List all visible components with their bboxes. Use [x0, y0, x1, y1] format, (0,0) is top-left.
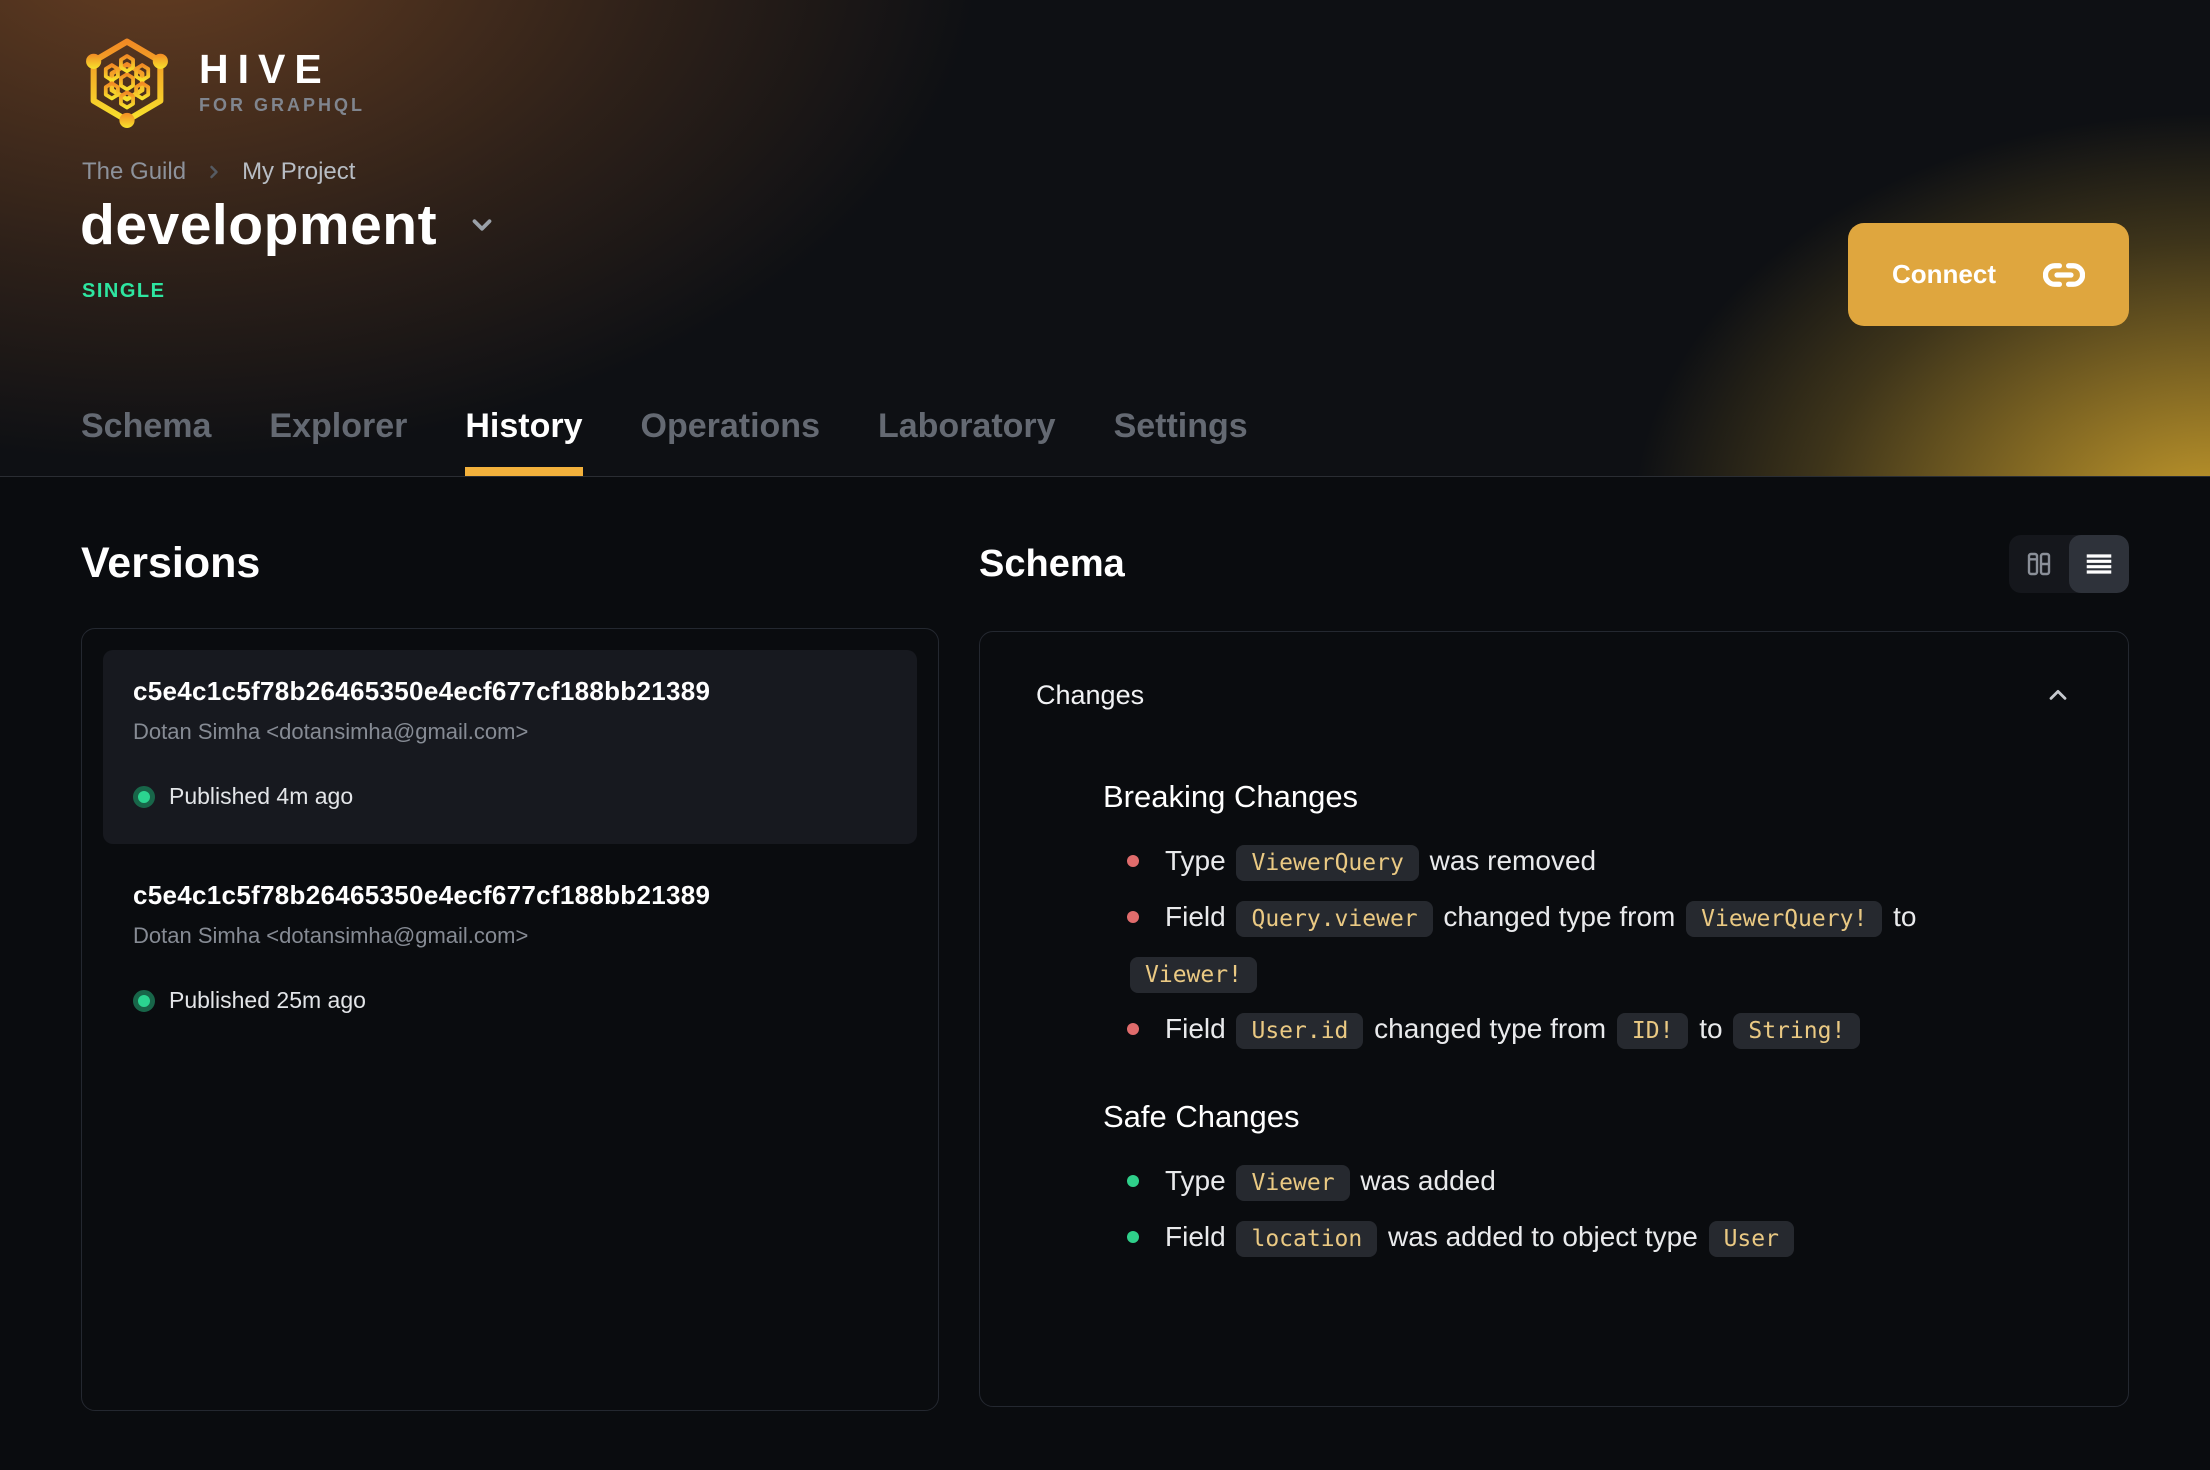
list-icon	[2083, 548, 2115, 580]
main-content: Versions c5e4c1c5f78b26465350e4ecf677cf1…	[0, 477, 2210, 1411]
columns-view-button[interactable]	[2009, 535, 2069, 593]
chevron-up-icon	[2044, 682, 2072, 710]
schema-column: Schema Changes Breaking Changes Type Vie…	[979, 477, 2129, 1411]
version-hash: c5e4c1c5f78b26465350e4ecf677cf188bb21389	[133, 880, 711, 910]
change-item: Type Viewer was added	[1127, 1153, 2042, 1209]
breaking-changes-title: Breaking Changes	[1103, 779, 1359, 814]
code-badge: User.id	[1236, 1013, 1364, 1049]
list-view-button[interactable]	[2069, 535, 2129, 593]
chevron-right-icon	[204, 162, 224, 182]
columns-icon	[2023, 548, 2055, 580]
version-hash: c5e4c1c5f78b26465350e4ecf677cf188bb21389	[133, 676, 711, 706]
page-header: HIVE FOR GRAPHQL The Guild My Project de…	[0, 0, 2210, 477]
versions-column: Versions c5e4c1c5f78b26465350e4ecf677cf1…	[81, 477, 939, 1411]
version-status: Published 4m ago	[133, 783, 887, 810]
change-item: Field User.id changed type from ID! to S…	[1127, 1001, 2042, 1057]
safe-changes-list: Type Viewer was added Field location was …	[1127, 1153, 2042, 1265]
hive-logo-icon	[86, 38, 168, 128]
change-item: Field Query.viewer changed type from Vie…	[1127, 889, 2042, 1001]
changes-collapse-header[interactable]: Changes	[980, 632, 2128, 737]
published-dot-icon	[133, 989, 155, 1012]
code-badge: User	[1708, 1221, 1794, 1257]
tab-operations[interactable]: Operations	[641, 406, 820, 476]
breaking-changes-list: Type ViewerQuery was removed Field Query.…	[1127, 833, 2042, 1057]
version-status: Published 25m ago	[133, 987, 887, 1014]
schema-title: Schema	[979, 542, 1125, 585]
chevron-down-icon	[467, 210, 497, 240]
code-badge: ViewerQuery!	[1686, 901, 1883, 937]
safe-bullet-icon	[1127, 1174, 1139, 1187]
link-icon	[2043, 258, 2085, 292]
tab-explorer[interactable]: Explorer	[269, 406, 407, 476]
version-author: Dotan Simha <dotansimha@gmail.com>	[133, 719, 529, 744]
version-card[interactable]: c5e4c1c5f78b26465350e4ecf677cf188bb21389…	[103, 650, 917, 844]
logo-title: HIVE	[199, 45, 331, 92]
hive-logo[interactable]: HIVE FOR GRAPHQL	[81, 34, 365, 128]
tab-bar: Schema Explorer History Operations Laborator…	[81, 406, 1248, 476]
code-badge: String!	[1733, 1013, 1861, 1049]
breaking-bullet-icon	[1127, 1022, 1139, 1035]
change-item: Type ViewerQuery was removed	[1127, 833, 2042, 889]
changes-label: Changes	[1036, 680, 1145, 710]
breadcrumb-org[interactable]: The Guild	[82, 158, 186, 186]
safe-changes-title: Safe Changes	[1103, 1099, 1300, 1134]
target-name: development	[80, 193, 438, 257]
code-badge: Query.viewer	[1236, 901, 1433, 937]
target-type-badge: SINGLE	[82, 280, 166, 302]
code-badge: ViewerQuery	[1236, 845, 1419, 881]
breaking-bullet-icon	[1127, 854, 1139, 867]
target-selector[interactable]: development	[80, 192, 497, 258]
breadcrumb: The Guild My Project	[82, 158, 355, 186]
breaking-bullet-icon	[1127, 910, 1139, 923]
version-author: Dotan Simha <dotansimha@gmail.com>	[133, 923, 529, 948]
code-badge: ID!	[1616, 1013, 1689, 1049]
tab-laboratory[interactable]: Laboratory	[878, 406, 1056, 476]
logo-subtitle: FOR GRAPHQL	[199, 94, 365, 115]
versions-panel: c5e4c1c5f78b26465350e4ecf677cf188bb21389…	[81, 628, 939, 1411]
change-item: Field location was added to object type …	[1127, 1209, 2042, 1265]
view-toggle	[2009, 535, 2129, 593]
breadcrumb-project[interactable]: My Project	[242, 158, 355, 186]
code-badge: location	[1236, 1221, 1378, 1257]
version-card[interactable]: c5e4c1c5f78b26465350e4ecf677cf188bb21389…	[103, 854, 917, 1048]
code-badge: Viewer!	[1130, 957, 1257, 993]
tab-history[interactable]: History	[465, 406, 583, 476]
versions-title: Versions	[81, 539, 261, 587]
safe-bullet-icon	[1127, 1230, 1139, 1243]
version-status-text: Published 4m ago	[169, 783, 354, 809]
connect-button[interactable]: Connect	[1848, 223, 2129, 326]
version-status-text: Published 25m ago	[169, 987, 366, 1013]
changes-body: Breaking Changes Type ViewerQuery was re…	[980, 779, 2128, 1305]
connect-button-label: Connect	[1892, 259, 1996, 289]
code-badge: Viewer	[1236, 1165, 1350, 1201]
tab-schema[interactable]: Schema	[81, 406, 211, 476]
tab-settings[interactable]: Settings	[1114, 406, 1248, 476]
schema-changes-panel: Changes Breaking Changes Type ViewerQuer…	[979, 631, 2129, 1407]
published-dot-icon	[133, 785, 155, 808]
